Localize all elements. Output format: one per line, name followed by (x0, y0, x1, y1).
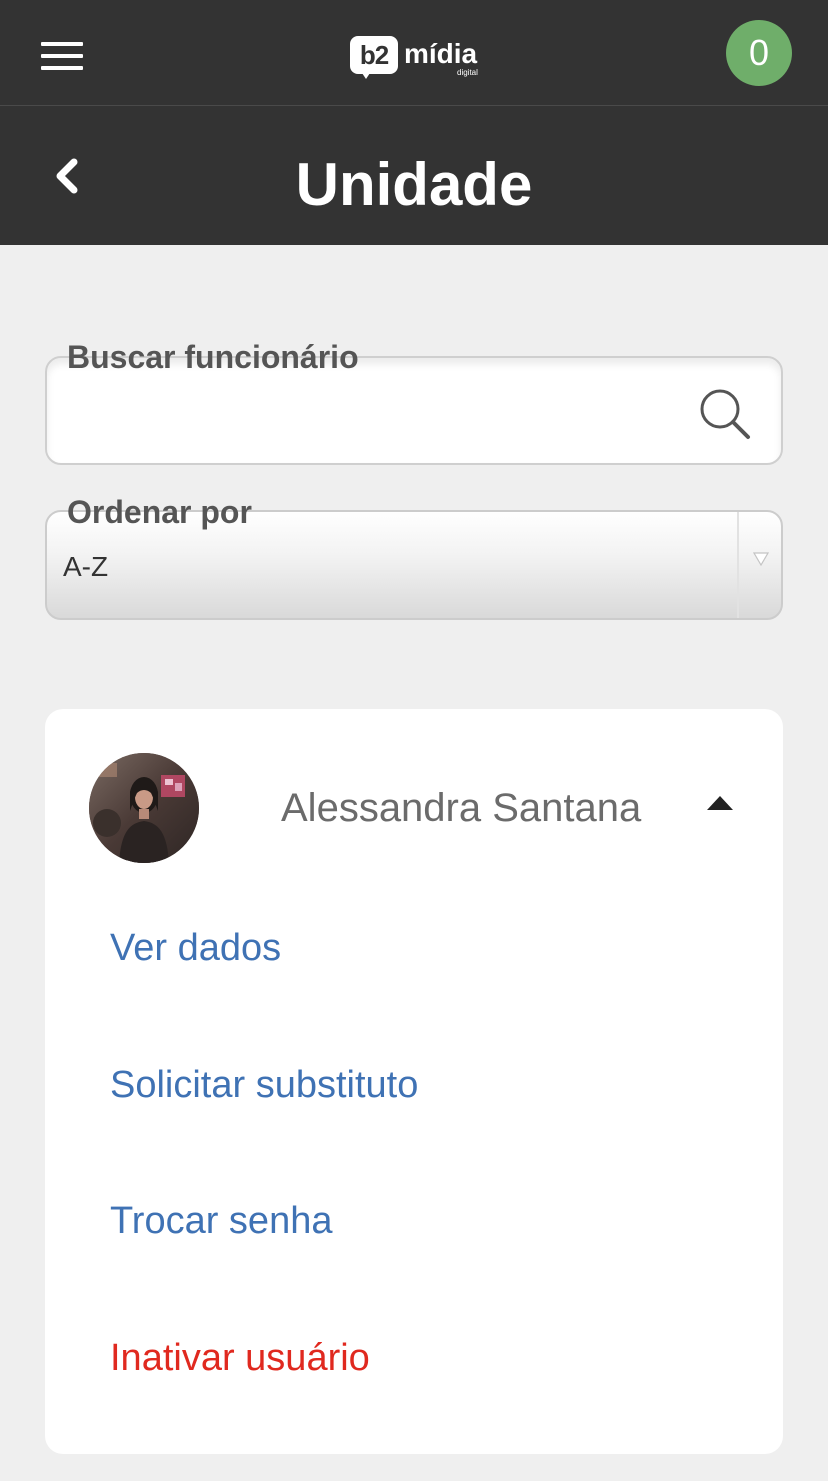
logo-word: mídia (404, 38, 478, 69)
select-divider (737, 512, 739, 618)
search-icon[interactable] (698, 387, 754, 443)
view-data-link[interactable]: Ver dados (110, 925, 281, 971)
notification-counter-badge[interactable]: 0 (726, 20, 792, 86)
logo-subtitle: digital (457, 68, 478, 77)
app-logo: b2 mídia digital (350, 36, 490, 82)
avatar[interactable] (89, 753, 199, 863)
employee-card: Alessandra Santana Ver dados Solicitar s… (45, 709, 783, 1454)
avatar-photo (89, 753, 199, 863)
caret-up-icon[interactable] (705, 793, 735, 813)
dropdown-arrow-icon (753, 552, 769, 566)
sort-label: Ordenar por (67, 494, 252, 530)
menu-icon[interactable] (41, 42, 83, 70)
page-title: Unidade (295, 151, 533, 218)
logo-badge: b2 (350, 36, 398, 74)
menu-icon-line (41, 66, 83, 70)
sort-selected-value: A-Z (63, 551, 109, 582)
request-substitute-link[interactable]: Solicitar substituto (110, 1062, 418, 1108)
change-password-link[interactable]: Trocar senha (110, 1198, 332, 1244)
search-input[interactable] (63, 388, 687, 440)
menu-icon-line (41, 54, 83, 58)
deactivate-user-link[interactable]: Inativar usuário (110, 1335, 370, 1381)
search-label: Buscar funcionário (67, 339, 359, 375)
logo-badge-tail (360, 70, 372, 79)
employee-name[interactable]: Alessandra Santana (281, 785, 641, 831)
top-bar: b2 mídia digital 0 (0, 0, 828, 106)
menu-icon-line (41, 42, 83, 46)
title-bar: Unidade (0, 106, 828, 245)
